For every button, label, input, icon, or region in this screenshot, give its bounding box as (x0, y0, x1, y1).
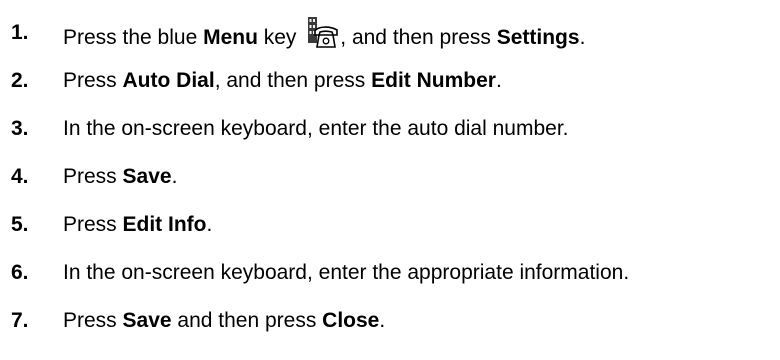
bold-term: Edit Number (371, 69, 496, 92)
text-segment: Press (63, 309, 123, 332)
step-text: Press Edit Info. (63, 213, 212, 237)
step-number: 5. (11, 213, 29, 236)
step-text: Press Save and then press Close. (63, 309, 385, 333)
text-segment: , and then press (340, 26, 497, 49)
text-segment: . (171, 165, 178, 188)
bold-term: Save (122, 309, 172, 332)
bold-term: Menu (203, 26, 258, 49)
text-segment: In the on-screen keyboard, enter the app… (63, 261, 630, 284)
step-number: 6. (11, 261, 29, 284)
step-text: Press Save. (63, 165, 177, 189)
text-segment: Press (63, 165, 123, 188)
step-text: In the on-screen keyboard, enter the aut… (63, 117, 569, 141)
text-segment: Press (63, 213, 123, 236)
bold-term: Settings (496, 26, 580, 49)
step-number: 4. (11, 165, 29, 188)
text-segment: . (495, 69, 502, 92)
step-text: In the on-screen keyboard, enter the app… (63, 261, 629, 285)
text-segment: key (257, 26, 303, 49)
step-number: 1. (11, 21, 29, 44)
bold-term: Edit Info (122, 213, 207, 236)
bold-term: Auto Dial (122, 69, 215, 92)
text-segment: and then press (171, 309, 323, 332)
step-text: Press Auto Dial, and then press Edit Num… (63, 69, 502, 93)
text-segment: In the on-screen keyboard, enter the aut… (63, 117, 569, 140)
step-number: 7. (11, 309, 29, 332)
step-text: Press the blue Menu key , and then press… (63, 16, 585, 50)
bold-term: Close (322, 309, 380, 332)
text-segment: . (379, 309, 386, 332)
text-segment: . (206, 213, 213, 236)
text-segment: . (579, 26, 586, 49)
step-number: 2. (11, 69, 29, 92)
step-number: 3. (11, 117, 29, 140)
bold-term: Save (122, 165, 172, 188)
text-segment: , and then press (214, 69, 372, 92)
menu-key-icon (306, 16, 340, 50)
text-segment: Press the blue (63, 26, 204, 49)
text-segment: Press (63, 69, 123, 92)
